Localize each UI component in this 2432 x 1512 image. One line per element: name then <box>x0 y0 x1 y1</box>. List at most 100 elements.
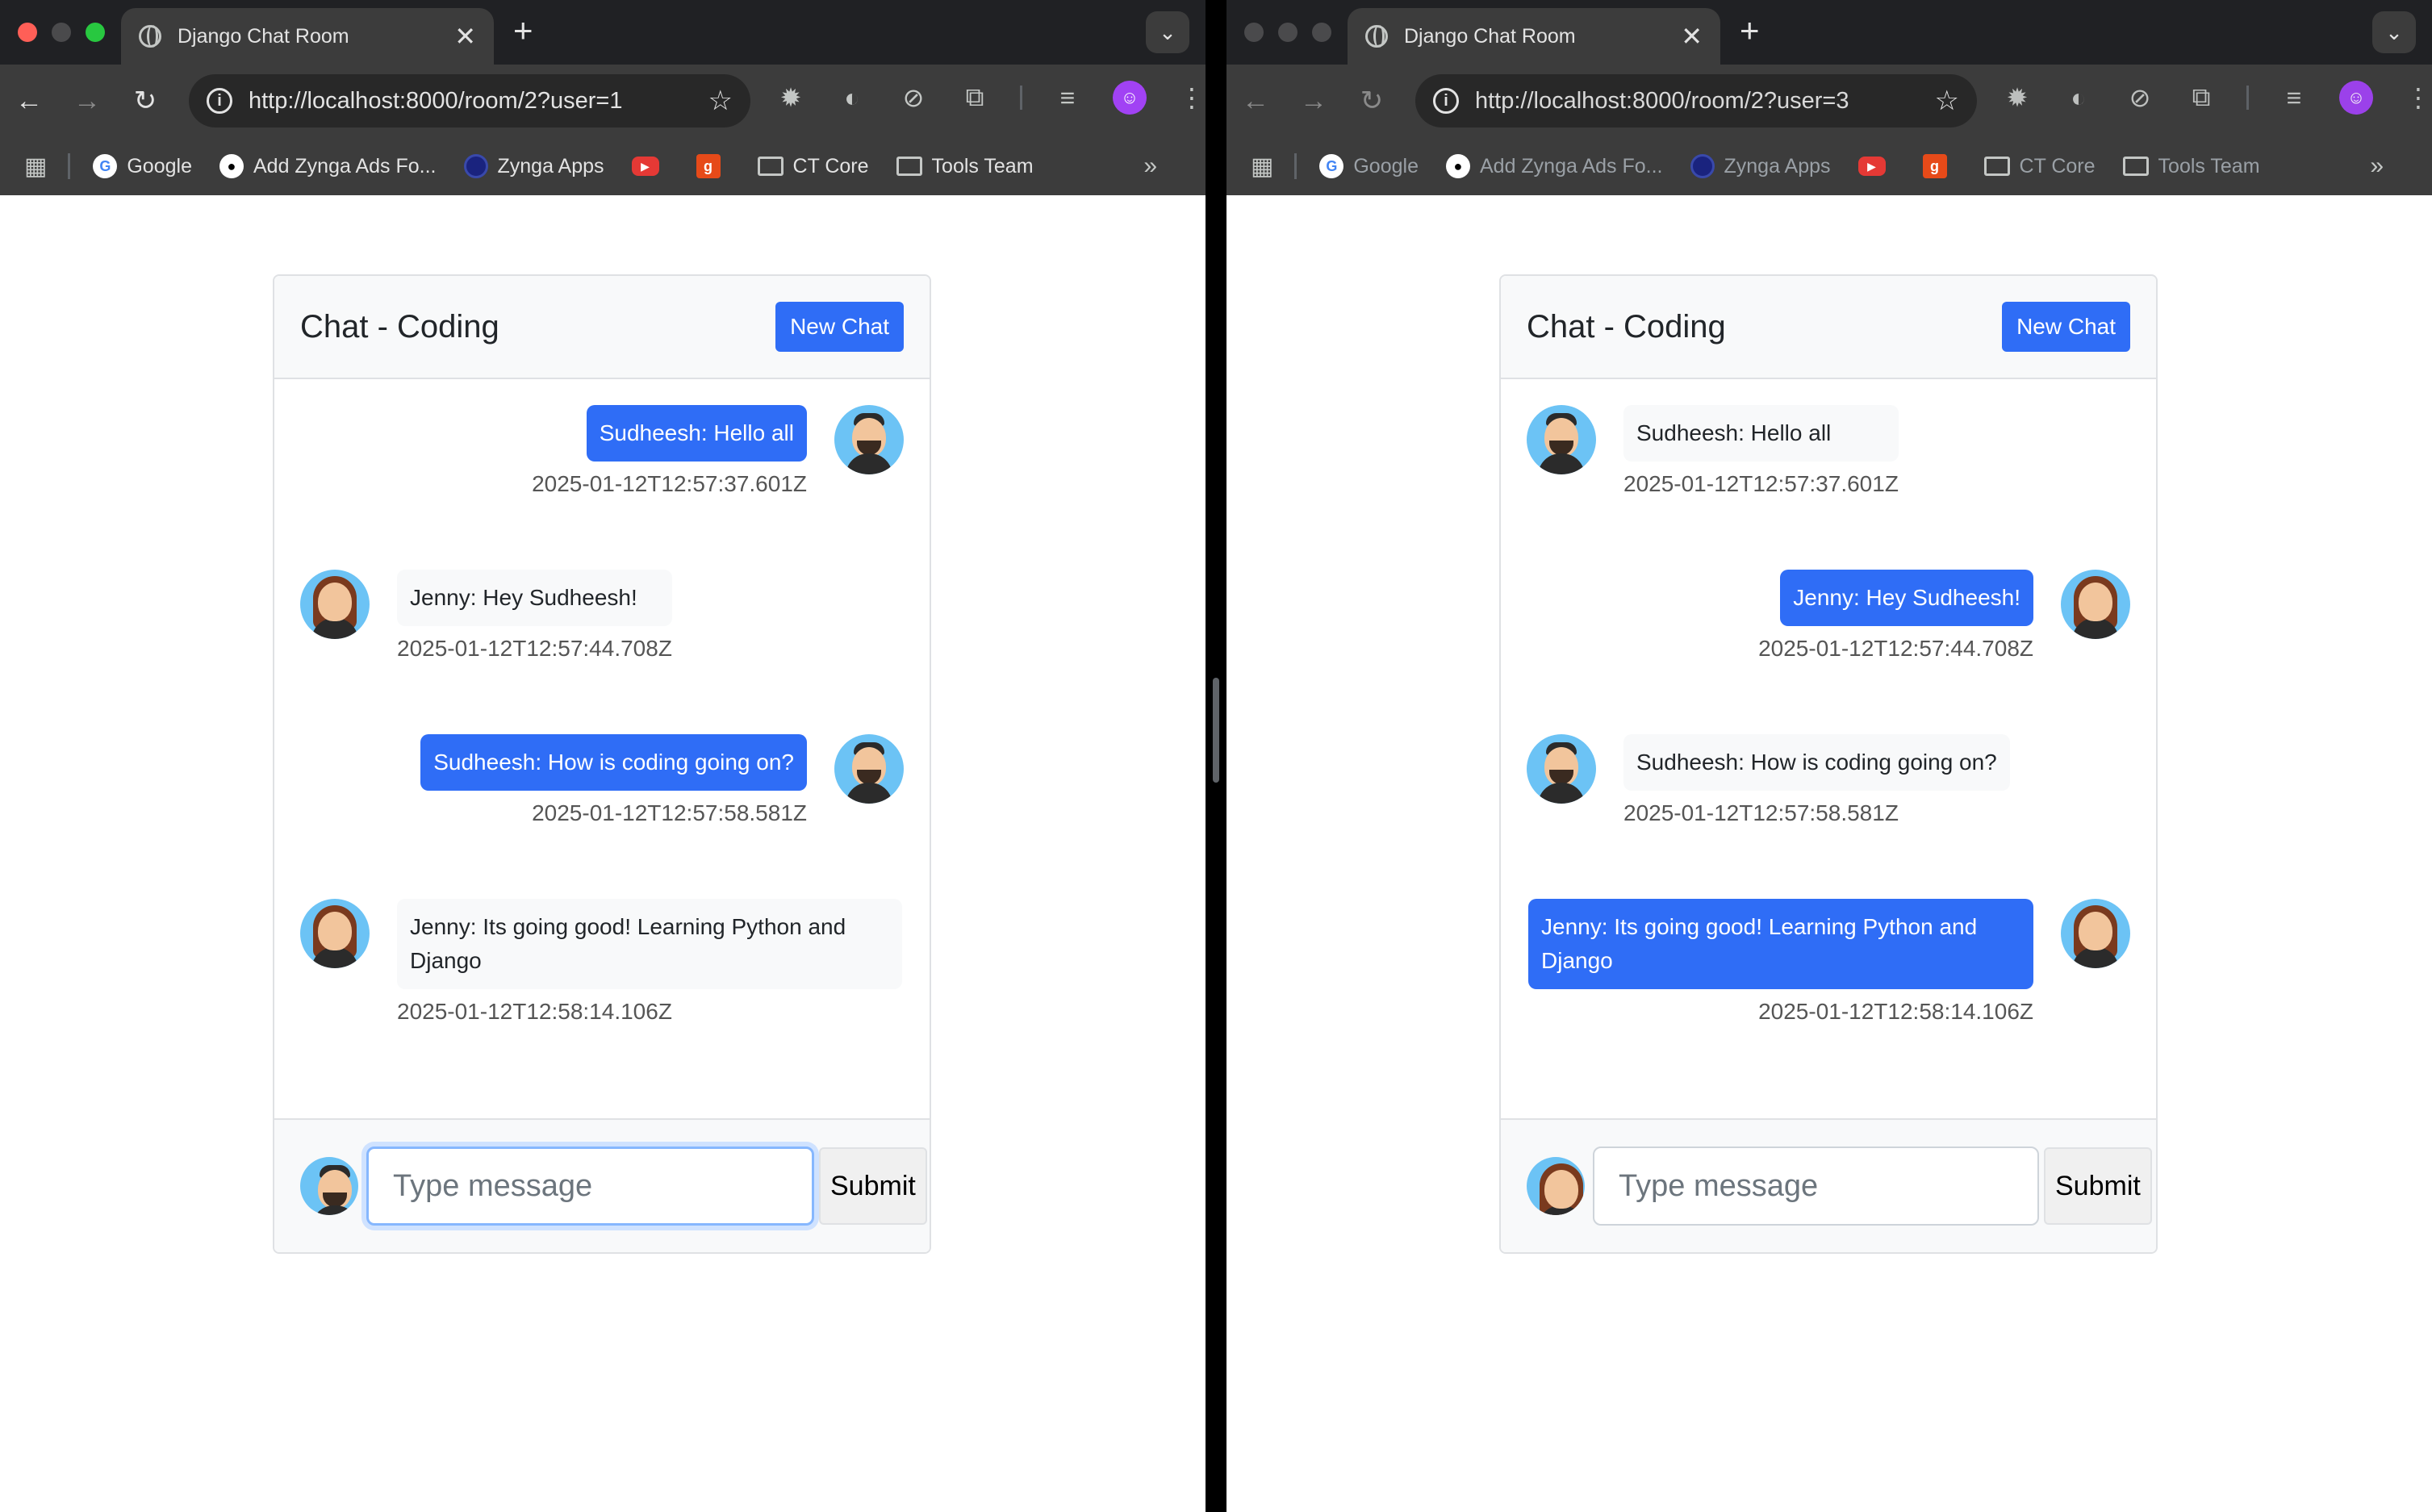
forward-button[interactable]: → <box>58 86 116 117</box>
address-bar[interactable]: i http://localhost:8000/room/2?user=1 ☆ <box>189 74 750 127</box>
bookmark-add-zynga-ads[interactable]: ● Add Zynga Ads Fo... <box>219 154 437 178</box>
back-button[interactable]: ← <box>0 86 58 117</box>
page-content: Chat - Coding New Chat Sudheesh: Hello a… <box>0 195 1206 1512</box>
extension-gear-icon[interactable]: ✹ <box>775 82 807 113</box>
bookmark-ct-core[interactable]: CT Core <box>1983 155 2096 178</box>
submit-button[interactable]: Submit <box>819 1147 927 1225</box>
zynga-icon <box>1690 154 1715 178</box>
toolbar-separator <box>1020 86 1022 110</box>
bookmark-add-zynga-ads[interactable]: ● Add Zynga Ads Fo... <box>1445 154 1663 178</box>
bookmark-g9[interactable]: g <box>1922 154 1957 178</box>
bookmark-label: Tools Team <box>2158 154 2260 178</box>
forward-button[interactable]: → <box>1285 86 1343 117</box>
url-text[interactable]: http://localhost:8000/room/2?user=3 <box>1475 88 1935 115</box>
tab-search-button[interactable]: ⌄ <box>2372 11 2416 53</box>
profile-avatar-icon[interactable]: ☺ <box>1113 81 1147 115</box>
bookmarks-separator <box>68 153 71 179</box>
extensions-puzzle-icon[interactable]: ⧉ <box>2185 82 2217 113</box>
message-input[interactable] <box>366 1147 814 1226</box>
bookmark-star-icon[interactable]: ☆ <box>708 85 733 117</box>
chat-message: Sudheesh: How is coding going on? 2025-0… <box>393 734 904 826</box>
extension-compass-icon[interactable]: ⊘ <box>2124 82 2156 113</box>
extensions-puzzle-icon[interactable]: ⧉ <box>959 82 991 113</box>
new-chat-button[interactable]: New Chat <box>2002 302 2130 352</box>
google-icon: G <box>93 154 118 178</box>
back-button[interactable]: ← <box>1226 86 1285 117</box>
tab-strip: Django Chat Room ✕ + ⌄ <box>0 0 1206 65</box>
extension-gear-icon[interactable]: ✹ <box>2001 82 2033 113</box>
more-bookmarks-icon[interactable]: » <box>1143 152 1157 180</box>
close-window-button[interactable] <box>1244 23 1264 42</box>
zynga-icon <box>463 154 488 178</box>
message-timestamp: 2025-01-12T12:57:58.581Z <box>1623 800 1899 825</box>
bookmark-youtube[interactable]: ▶ <box>1857 157 1895 176</box>
browser-tab[interactable]: Django Chat Room ✕ <box>1348 8 1720 65</box>
reload-button[interactable]: ↻ <box>1343 85 1401 117</box>
bookmark-ct-core[interactable]: CT Core <box>757 155 869 178</box>
site-info-icon[interactable]: i <box>207 88 232 114</box>
screen: Django Chat Room ✕ + ⌄ ← → ↻ i http://lo… <box>0 0 2432 1512</box>
browser-menu-icon[interactable]: ⋮ <box>1176 82 1206 113</box>
tab-close-icon[interactable]: ✕ <box>1681 23 1703 49</box>
chat-message: Sudheesh: Hello all 2025-01-12T12:57:37.… <box>1527 405 1926 497</box>
browser-toolbar: ← → ↻ i http://localhost:8000/room/2?use… <box>1226 65 2432 137</box>
folder-icon <box>1983 157 2010 176</box>
bookmark-google[interactable]: G Google <box>1319 154 1419 178</box>
reload-button[interactable]: ↻ <box>116 85 174 117</box>
folder-icon <box>2122 157 2149 176</box>
message-timestamp: 2025-01-12T12:57:44.708Z <box>397 636 672 661</box>
sudheesh-avatar <box>834 734 904 804</box>
split-view-divider[interactable] <box>1206 0 1226 1512</box>
chat-title: Chat - Coding <box>300 308 499 345</box>
window-controls <box>18 23 105 42</box>
bookmark-label: Google <box>127 154 192 178</box>
browser-menu-icon[interactable]: ⋮ <box>2402 82 2432 113</box>
media-controls-icon[interactable]: ≡ <box>1051 83 1084 113</box>
url-text[interactable]: http://localhost:8000/room/2?user=1 <box>249 88 708 115</box>
sudheesh-avatar <box>1527 734 1596 804</box>
message-input[interactable] <box>1593 1147 2039 1226</box>
youtube-icon: ▶ <box>631 157 659 176</box>
g9-icon: g <box>1922 154 1947 178</box>
media-controls-icon[interactable]: ≡ <box>2278 83 2310 113</box>
extensions-area: ✹ ◐ ⊘ ⧉ ≡ ☺ ⋮ <box>775 81 1206 115</box>
bookmark-zynga-apps[interactable]: Zynga Apps <box>1690 154 1831 178</box>
new-tab-button[interactable]: + <box>513 11 533 50</box>
close-window-button[interactable] <box>18 23 37 42</box>
window-controls <box>1244 23 1331 42</box>
extension-lens-icon[interactable]: ◐ <box>836 83 868 113</box>
bookmark-youtube[interactable]: ▶ <box>631 157 669 176</box>
extension-lens-icon[interactable]: ◐ <box>2062 83 2095 113</box>
submit-button[interactable]: Submit <box>2044 1147 2152 1225</box>
bookmark-tools-team[interactable]: Tools Team <box>896 155 1034 178</box>
globe-icon <box>139 25 161 48</box>
tab-search-button[interactable]: ⌄ <box>1146 11 1189 53</box>
chat-card: Chat - Coding New Chat Sudheesh: Hello a… <box>273 274 931 1254</box>
bookmark-zynga-apps[interactable]: Zynga Apps <box>463 154 604 178</box>
apps-grid-icon[interactable]: ▦ <box>1251 152 1273 181</box>
new-chat-button[interactable]: New Chat <box>775 302 904 352</box>
maximize-window-button[interactable] <box>1312 23 1331 42</box>
browser-toolbar: ← → ↻ i http://localhost:8000/room/2?use… <box>0 65 1206 137</box>
new-tab-button[interactable]: + <box>1740 11 1760 50</box>
tab-close-icon[interactable]: ✕ <box>454 23 476 49</box>
browser-tab[interactable]: Django Chat Room ✕ <box>121 8 494 65</box>
address-bar[interactable]: i http://localhost:8000/room/2?user=3 ☆ <box>1415 74 1977 127</box>
more-bookmarks-icon[interactable]: » <box>2370 152 2384 180</box>
extension-compass-icon[interactable]: ⊘ <box>897 82 930 113</box>
chat-card: Chat - Coding New Chat Sudheesh: Hello a… <box>1499 274 2158 1254</box>
maximize-window-button[interactable] <box>86 23 105 42</box>
divider-drag-handle[interactable] <box>1213 678 1219 783</box>
bookmark-g9[interactable]: g <box>696 154 730 178</box>
page-content: Chat - Coding New Chat Sudheesh: Hello a… <box>1226 195 2432 1512</box>
bookmark-label: Zynga Apps <box>497 154 604 178</box>
bookmark-tools-team[interactable]: Tools Team <box>2122 154 2260 178</box>
apps-grid-icon[interactable]: ▦ <box>24 152 47 181</box>
minimize-window-button[interactable] <box>52 23 71 42</box>
bookmark-label: Add Zynga Ads Fo... <box>1479 154 1663 178</box>
bookmark-google[interactable]: G Google <box>93 154 192 178</box>
bookmark-star-icon[interactable]: ☆ <box>1935 85 1959 117</box>
minimize-window-button[interactable] <box>1278 23 1297 42</box>
site-info-icon[interactable]: i <box>1433 88 1459 114</box>
profile-avatar-icon[interactable]: ☺ <box>2339 81 2373 115</box>
